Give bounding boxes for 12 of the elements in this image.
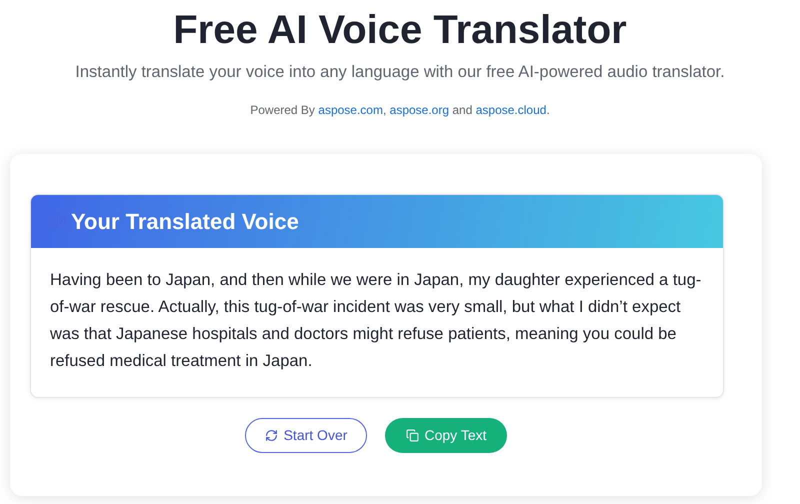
refresh-icon xyxy=(264,428,278,442)
start-over-button[interactable]: Start Over xyxy=(245,418,367,453)
page-title: Free AI Voice Translator xyxy=(173,7,627,54)
link[interactable]: aspose.org xyxy=(390,102,450,117)
panel-heading: Your Translated Voice xyxy=(71,208,299,236)
page-subtitle: Instantly translate your voice into any language with our free AI-powered audio translator. xyxy=(75,62,725,83)
copy-icon xyxy=(406,428,418,442)
link[interactable]: aspose.com xyxy=(318,102,383,117)
powered-by-text: Powered By aspose.com, aspose.org and aspose.cloud. xyxy=(250,102,550,119)
link[interactable]: aspose.cloud xyxy=(476,102,546,117)
translated-text: Having been to Japan, and then while we were in Japan, my daughter experienced a tug-of-war rescue. Actually, this tug-of-war incident was very small, but what I didn’t expect was that Japanese hospitals and doctors might refuse patients, meaning you could be refused medical treatment in Japan. xyxy=(49,270,702,372)
copy-text-button[interactable]: Copy Text xyxy=(385,418,507,453)
